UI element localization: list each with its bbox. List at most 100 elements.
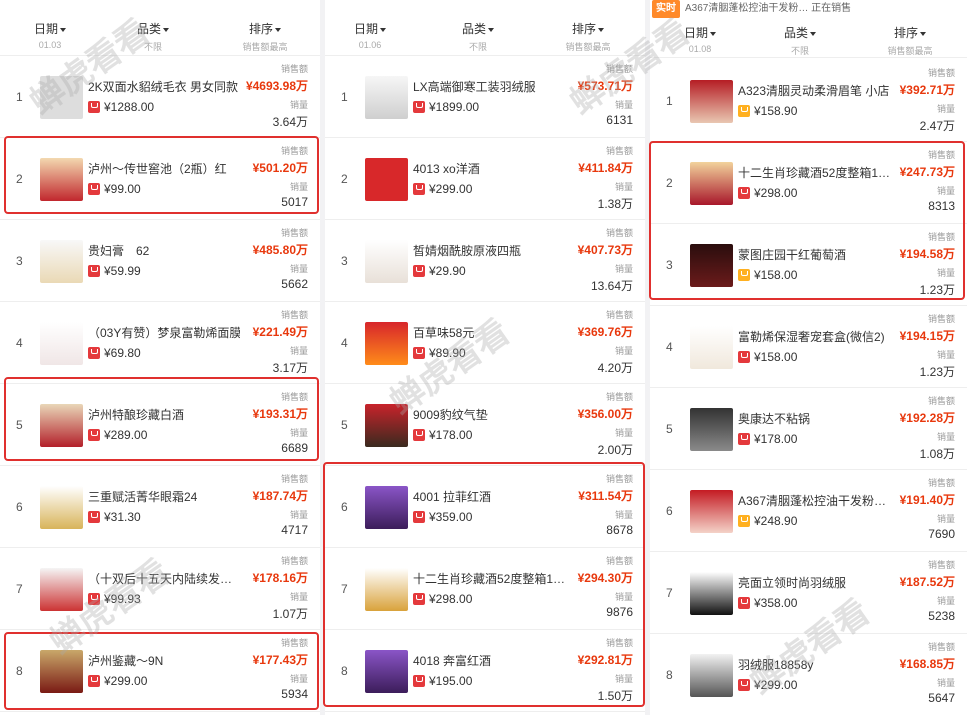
date-filter-label: 日期: [353, 22, 378, 36]
product-thumbnail[interactable]: [365, 240, 408, 283]
product-thumbnail[interactable]: [365, 322, 408, 365]
date-filter[interactable]: 日期 01.08: [650, 24, 750, 54]
product-thumbnail[interactable]: [690, 244, 733, 287]
sales-amount: ¥194.15万: [899, 329, 955, 343]
list-item[interactable]: 7 亮面立领时尚羽绒服 ¥358.00 销售额 ¥187.52万 销量 5238: [650, 552, 967, 634]
list-item[interactable]: 5 奥康达不粘锅 ¥178.00 销售额 ¥192.28万 销量 1.08万: [650, 388, 967, 470]
product-thumbnail[interactable]: [690, 654, 733, 697]
product-name[interactable]: 蒙图庄园干红葡萄酒: [738, 246, 890, 263]
product-thumbnail[interactable]: [690, 572, 733, 615]
product-name[interactable]: 十二生肖珍藏酒52度整箱1…: [738, 164, 890, 181]
list-item[interactable]: 2 4013 xo洋酒 ¥299.00 销售额 ¥411.84万 销量 1.38万: [325, 138, 645, 220]
product-name[interactable]: 三重赋活菁华眼霜24: [88, 488, 240, 505]
product-thumbnail[interactable]: [40, 158, 83, 201]
tmall-icon: [738, 105, 750, 117]
product-thumbnail[interactable]: [690, 80, 733, 123]
product-name[interactable]: 4013 xo洋酒: [413, 160, 565, 177]
product-thumbnail[interactable]: [365, 76, 408, 119]
list-item[interactable]: 8 羽绒服18858y ¥299.00 销售额 ¥168.85万 销量 5647: [650, 634, 967, 715]
product-name[interactable]: 9009豹纹气垫: [413, 406, 565, 423]
sales-amount: ¥187.74万: [252, 489, 308, 503]
product-name[interactable]: 富勒烯保湿奢宠套盒(微信2): [738, 328, 890, 345]
product-thumbnail[interactable]: [40, 240, 83, 283]
product-thumbnail[interactable]: [690, 162, 733, 205]
product-thumbnail[interactable]: [40, 650, 83, 693]
list-item[interactable]: 5 泸州特酿珍藏白酒 ¥289.00 销售额 ¥193.31万 销量 6689: [0, 384, 320, 466]
product-name[interactable]: （十双后十五天内陆续发…: [88, 570, 240, 587]
product-name[interactable]: 2K双面水貂绒毛衣 男女同款: [88, 78, 240, 95]
category-filter[interactable]: 品类 不限: [750, 24, 850, 57]
product-thumbnail[interactable]: [40, 568, 83, 611]
caret-down-icon: [810, 31, 816, 36]
sort-filter[interactable]: 排序 销售额最高: [538, 20, 638, 53]
category-filter[interactable]: 品类 不限: [103, 20, 203, 53]
list-item[interactable]: 3 皙婧烟酰胺原液四瓶 ¥29.90 销售额 ¥407.73万 销量 13.64万: [325, 220, 645, 302]
caret-down-icon: [710, 31, 716, 36]
list-item[interactable]: 6 三重赋活菁华眼霜24 ¥31.30 销售额 ¥187.74万 销量 4717: [0, 466, 320, 548]
product-price: ¥31.30: [104, 510, 141, 524]
product-name[interactable]: 泸州～传世窖池（2瓶）红: [88, 160, 240, 177]
list-item[interactable]: 1 A323清胭灵动柔滑眉笔 小店 ¥158.90 销售额 ¥392.71万 销量 2.47…: [650, 60, 967, 142]
list-item[interactable]: 2 十二生肖珍藏酒52度整箱1… ¥298.00 销售额 ¥247.73万 销量 8313: [650, 142, 967, 224]
product-name[interactable]: 奥康达不粘锅: [738, 410, 890, 427]
list-item[interactable]: 7 （十双后十五天内陆续发… ¥99.93 销售额 ¥178.16万 销量 1.07万: [0, 548, 320, 630]
product-name[interactable]: 百草味58元: [413, 324, 565, 341]
list-item[interactable]: 7 十二生肖珍藏酒52度整箱1… ¥298.00 销售额 ¥294.30万 销量 9876: [325, 548, 645, 630]
product-name[interactable]: A323清胭灵动柔滑眉笔 小店: [738, 82, 890, 99]
list-item[interactable]: 8 4018 奔富红酒 ¥195.00 销售额 ¥292.81万 销量 1.50万: [325, 630, 645, 712]
sales-amount: ¥194.58万: [899, 247, 955, 261]
list-item[interactable]: 4 富勒烯保湿奢宠套盒(微信2) ¥158.00 销售额 ¥194.15万 销量 1.23万: [650, 306, 967, 388]
taobao-icon: [88, 429, 100, 441]
product-name[interactable]: （03Y有赞）梦泉富勒烯面膜: [88, 324, 240, 341]
category-filter[interactable]: 品类 不限: [428, 20, 528, 53]
sort-filter[interactable]: 排序 销售额最高: [215, 20, 315, 53]
list-item[interactable]: 1 2K双面水貂绒毛衣 男女同款 ¥1288.00 销售额 ¥4693.98万 销量 3.6…: [0, 56, 320, 138]
list-item[interactable]: 2 泸州～传世窖池（2瓶）红 ¥99.00 销售额 ¥501.20万 销量 5017: [0, 138, 320, 220]
product-name[interactable]: 亮面立领时尚羽绒服: [738, 574, 890, 591]
price-line: ¥358.00: [738, 596, 797, 610]
list-item[interactable]: 6 A367清胭蓬松控油干发粉… ¥248.90 销售额 ¥191.40万 销量 7690: [650, 470, 967, 552]
list-item[interactable]: 8 泸州鉴藏～9N ¥299.00 销售额 ¥177.43万 销量 5934: [0, 630, 320, 712]
product-thumbnail[interactable]: [40, 76, 83, 119]
product-thumbnail[interactable]: [365, 650, 408, 693]
sales-amount-label: 销售额: [927, 314, 955, 324]
list-item[interactable]: 1 LX高端御寒工装羽绒服 ¥1899.00 销售额 ¥573.71万 销量 6131: [325, 56, 645, 138]
list-item[interactable]: 5 9009豹纹气垫 ¥178.00 销售额 ¥356.00万 销量 2.00万: [325, 384, 645, 466]
product-name[interactable]: LX高端御寒工装羽绒服: [413, 78, 565, 95]
date-filter[interactable]: 日期 01.06: [325, 20, 420, 50]
product-name[interactable]: 羽绒服18858y: [738, 656, 890, 673]
product-thumbnail[interactable]: [365, 158, 408, 201]
list-item[interactable]: 3 蒙图庄园干红葡萄酒 ¥158.00 销售额 ¥194.58万 销量 1.23万: [650, 224, 967, 306]
product-name[interactable]: 皙婧烟酰胺原液四瓶: [413, 242, 565, 259]
product-thumbnail[interactable]: [690, 490, 733, 533]
product-price: ¥158.90: [754, 104, 798, 118]
list-item[interactable]: 3 贵妇膏 62 ¥59.99 销售额 ¥485.80万 销量 5662: [0, 220, 320, 302]
product-name[interactable]: 贵妇膏 62: [88, 242, 240, 259]
live-banner[interactable]: 实时 A367清胭蓬松控油干发粉… 正在销售: [650, 0, 967, 18]
product-name[interactable]: 4018 奔富红酒: [413, 652, 565, 669]
product-thumbnail[interactable]: [690, 326, 733, 369]
product-thumbnail[interactable]: [365, 568, 408, 611]
product-name[interactable]: 4001 拉菲红酒: [413, 488, 565, 505]
sort-filter[interactable]: 排序 销售额最高: [860, 24, 960, 57]
sales-amount-label: 销售额: [605, 146, 633, 156]
taobao-icon: [738, 679, 750, 691]
sales-volume: 5238: [928, 609, 955, 623]
product-name[interactable]: 十二生肖珍藏酒52度整箱1…: [413, 570, 565, 587]
date-filter[interactable]: 日期 01.03: [0, 20, 100, 50]
price-line: ¥289.00: [88, 428, 147, 442]
product-name[interactable]: A367清胭蓬松控油干发粉…: [738, 492, 890, 509]
product-name[interactable]: 泸州鉴藏～9N: [88, 652, 240, 669]
list-item[interactable]: 4 百草味58元 ¥89.90 销售额 ¥369.76万 销量 4.20万: [325, 302, 645, 384]
product-thumbnail[interactable]: [365, 486, 408, 529]
date-filter-value: 01.08: [688, 44, 712, 54]
product-thumbnail[interactable]: [40, 404, 83, 447]
product-name[interactable]: 泸州特酿珍藏白酒: [88, 406, 240, 423]
list-item[interactable]: 4 （03Y有赞）梦泉富勒烯面膜 ¥69.80 销售额 ¥221.49万 销量 3.17万: [0, 302, 320, 384]
product-thumbnail[interactable]: [690, 408, 733, 451]
product-thumbnail[interactable]: [365, 404, 408, 447]
product-thumbnail[interactable]: [40, 322, 83, 365]
list-item[interactable]: 6 4001 拉菲红酒 ¥359.00 销售额 ¥311.54万 销量 8678: [325, 466, 645, 548]
product-thumbnail[interactable]: [40, 486, 83, 529]
sales-volume-label: 销量: [936, 350, 955, 360]
